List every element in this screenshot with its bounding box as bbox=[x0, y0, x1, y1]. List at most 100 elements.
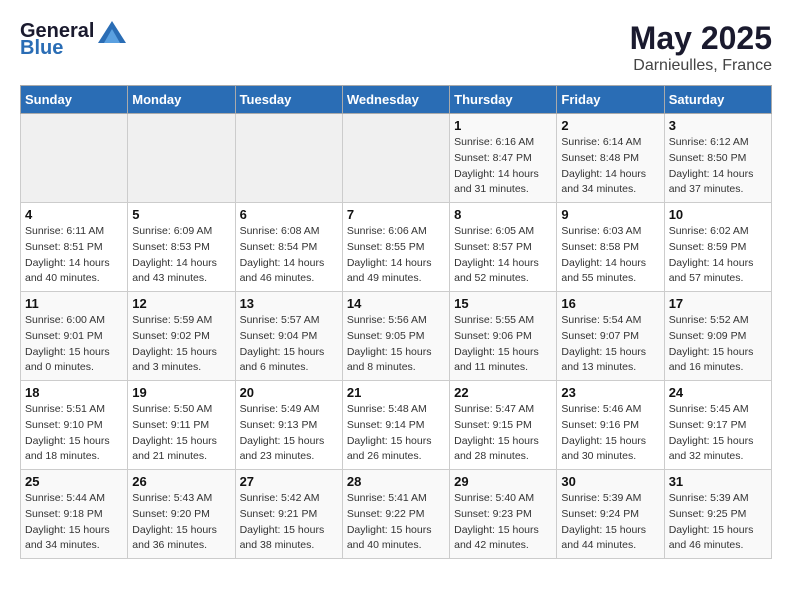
calendar-cell: 28Sunrise: 5:41 AMSunset: 9:22 PMDayligh… bbox=[342, 470, 449, 559]
day-number: 19 bbox=[132, 385, 230, 400]
calendar-cell: 19Sunrise: 5:50 AMSunset: 9:11 PMDayligh… bbox=[128, 381, 235, 470]
day-number: 23 bbox=[561, 385, 659, 400]
calendar-cell: 4 Sunrise: 6:11 AMSunset: 8:51 PMDaylight… bbox=[21, 203, 128, 292]
calendar-cell: 7Sunrise: 6:06 AMSunset: 8:55 PMDaylight… bbox=[342, 203, 449, 292]
day-number: 25 bbox=[25, 474, 123, 489]
day-number: 3 bbox=[669, 118, 767, 133]
day-detail: Sunrise: 5:45 AMSunset: 9:17 PMDaylight:… bbox=[669, 402, 767, 465]
calendar-week-2: 4 Sunrise: 6:11 AMSunset: 8:51 PMDaylight… bbox=[21, 203, 772, 292]
calendar-cell: 17 Sunrise: 5:52 AMSunset: 9:09 PMDayligh… bbox=[664, 292, 771, 381]
calendar-cell: 14Sunrise: 5:56 AMSunset: 9:05 PMDayligh… bbox=[342, 292, 449, 381]
day-detail: Sunrise: 5:40 AMSunset: 9:23 PMDaylight:… bbox=[454, 491, 552, 554]
calendar-cell bbox=[21, 114, 128, 203]
calendar-cell: 18 Sunrise: 5:51 AMSunset: 9:10 PMDayligh… bbox=[21, 381, 128, 470]
calendar-cell bbox=[128, 114, 235, 203]
calendar-cell: 29 Sunrise: 5:40 AMSunset: 9:23 PMDayligh… bbox=[450, 470, 557, 559]
day-number: 1 bbox=[454, 118, 552, 133]
weekday-saturday: Saturday bbox=[664, 86, 771, 114]
day-detail: Sunrise: 5:48 AMSunset: 9:14 PMDaylight:… bbox=[347, 402, 445, 465]
day-number: 5 bbox=[132, 207, 230, 222]
calendar-cell: 20 Sunrise: 5:49 AMSunset: 9:13 PMDayligh… bbox=[235, 381, 342, 470]
day-number: 16 bbox=[561, 296, 659, 311]
logo: General Blue bbox=[20, 20, 126, 60]
day-detail: Sunrise: 5:42 AMSunset: 9:21 PMDaylight:… bbox=[240, 491, 338, 554]
calendar-cell: 26 Sunrise: 5:43 AMSunset: 9:20 PMDayligh… bbox=[128, 470, 235, 559]
day-detail: Sunrise: 6:02 AMSunset: 8:59 PMDaylight:… bbox=[669, 224, 767, 287]
calendar-cell bbox=[235, 114, 342, 203]
day-detail: Sunrise: 6:09 AMSunset: 8:53 PMDaylight:… bbox=[132, 224, 230, 287]
calendar-cell: 2Sunrise: 6:14 AMSunset: 8:48 PMDaylight… bbox=[557, 114, 664, 203]
weekday-header-row: SundayMondayTuesdayWednesdayThursdayFrid… bbox=[21, 86, 772, 114]
weekday-thursday: Thursday bbox=[450, 86, 557, 114]
calendar-cell: 23 Sunrise: 5:46 AMSunset: 9:16 PMDayligh… bbox=[557, 381, 664, 470]
calendar-cell bbox=[342, 114, 449, 203]
day-number: 24 bbox=[669, 385, 767, 400]
calendar-cell: 1 Sunrise: 6:16 AMSunset: 8:47 PMDaylight… bbox=[450, 114, 557, 203]
weekday-wednesday: Wednesday bbox=[342, 86, 449, 114]
calendar-week-1: 1 Sunrise: 6:16 AMSunset: 8:47 PMDaylight… bbox=[21, 114, 772, 203]
logo-blue-text: Blue bbox=[20, 37, 63, 60]
day-number: 13 bbox=[240, 296, 338, 311]
weekday-tuesday: Tuesday bbox=[235, 86, 342, 114]
day-number: 28 bbox=[347, 474, 445, 489]
day-detail: Sunrise: 5:39 AMSunset: 9:25 PMDaylight:… bbox=[669, 491, 767, 554]
calendar-cell: 12Sunrise: 5:59 AMSunset: 9:02 PMDayligh… bbox=[128, 292, 235, 381]
day-detail: Sunrise: 6:06 AMSunset: 8:55 PMDaylight:… bbox=[347, 224, 445, 287]
day-detail: Sunrise: 5:51 AMSunset: 9:10 PMDaylight:… bbox=[25, 402, 123, 465]
weekday-sunday: Sunday bbox=[21, 86, 128, 114]
calendar-cell: 31 Sunrise: 5:39 AMSunset: 9:25 PMDayligh… bbox=[664, 470, 771, 559]
calendar-cell: 30Sunrise: 5:39 AMSunset: 9:24 PMDayligh… bbox=[557, 470, 664, 559]
day-detail: Sunrise: 5:57 AMSunset: 9:04 PMDaylight:… bbox=[240, 313, 338, 376]
calendar-table: SundayMondayTuesdayWednesdayThursdayFrid… bbox=[20, 85, 772, 559]
calendar-cell: 27Sunrise: 5:42 AMSunset: 9:21 PMDayligh… bbox=[235, 470, 342, 559]
calendar-week-5: 25 Sunrise: 5:44 AMSunset: 9:18 PMDayligh… bbox=[21, 470, 772, 559]
calendar-cell: 11Sunrise: 6:00 AMSunset: 9:01 PMDayligh… bbox=[21, 292, 128, 381]
weekday-friday: Friday bbox=[557, 86, 664, 114]
calendar-cell: 22 Sunrise: 5:47 AMSunset: 9:15 PMDayligh… bbox=[450, 381, 557, 470]
day-detail: Sunrise: 5:55 AMSunset: 9:06 PMDaylight:… bbox=[454, 313, 552, 376]
calendar-cell: 13 Sunrise: 5:57 AMSunset: 9:04 PMDayligh… bbox=[235, 292, 342, 381]
calendar-cell: 5 Sunrise: 6:09 AMSunset: 8:53 PMDaylight… bbox=[128, 203, 235, 292]
day-detail: Sunrise: 6:16 AMSunset: 8:47 PMDaylight:… bbox=[454, 135, 552, 198]
day-detail: Sunrise: 5:47 AMSunset: 9:15 PMDaylight:… bbox=[454, 402, 552, 465]
calendar-week-4: 18 Sunrise: 5:51 AMSunset: 9:10 PMDayligh… bbox=[21, 381, 772, 470]
day-detail: Sunrise: 6:05 AMSunset: 8:57 PMDaylight:… bbox=[454, 224, 552, 287]
calendar-cell: 10Sunrise: 6:02 AMSunset: 8:59 PMDayligh… bbox=[664, 203, 771, 292]
day-detail: Sunrise: 5:44 AMSunset: 9:18 PMDaylight:… bbox=[25, 491, 123, 554]
page-header: General Blue May 2025 Darnieulles, Franc… bbox=[20, 20, 772, 75]
day-number: 6 bbox=[240, 207, 338, 222]
day-number: 2 bbox=[561, 118, 659, 133]
day-number: 18 bbox=[25, 385, 123, 400]
calendar-cell: 8 Sunrise: 6:05 AMSunset: 8:57 PMDaylight… bbox=[450, 203, 557, 292]
day-detail: Sunrise: 5:39 AMSunset: 9:24 PMDaylight:… bbox=[561, 491, 659, 554]
weekday-monday: Monday bbox=[128, 86, 235, 114]
day-number: 22 bbox=[454, 385, 552, 400]
day-detail: Sunrise: 5:56 AMSunset: 9:05 PMDaylight:… bbox=[347, 313, 445, 376]
calendar-cell: 15Sunrise: 5:55 AMSunset: 9:06 PMDayligh… bbox=[450, 292, 557, 381]
day-number: 8 bbox=[454, 207, 552, 222]
calendar-cell: 24 Sunrise: 5:45 AMSunset: 9:17 PMDayligh… bbox=[664, 381, 771, 470]
day-number: 21 bbox=[347, 385, 445, 400]
day-detail: Sunrise: 5:43 AMSunset: 9:20 PMDaylight:… bbox=[132, 491, 230, 554]
calendar-cell: 21 Sunrise: 5:48 AMSunset: 9:14 PMDayligh… bbox=[342, 381, 449, 470]
day-number: 17 bbox=[669, 296, 767, 311]
day-number: 20 bbox=[240, 385, 338, 400]
day-detail: Sunrise: 5:52 AMSunset: 9:09 PMDaylight:… bbox=[669, 313, 767, 376]
calendar-cell: 3 Sunrise: 6:12 AMSunset: 8:50 PMDaylight… bbox=[664, 114, 771, 203]
day-detail: Sunrise: 6:11 AMSunset: 8:51 PMDaylight:… bbox=[25, 224, 123, 287]
calendar-subtitle: Darnieulles, France bbox=[630, 57, 772, 75]
day-number: 26 bbox=[132, 474, 230, 489]
day-detail: Sunrise: 5:49 AMSunset: 9:13 PMDaylight:… bbox=[240, 402, 338, 465]
calendar-week-3: 11Sunrise: 6:00 AMSunset: 9:01 PMDayligh… bbox=[21, 292, 772, 381]
calendar-cell: 25 Sunrise: 5:44 AMSunset: 9:18 PMDayligh… bbox=[21, 470, 128, 559]
day-number: 4 bbox=[25, 207, 123, 222]
day-number: 31 bbox=[669, 474, 767, 489]
day-number: 12 bbox=[132, 296, 230, 311]
day-detail: Sunrise: 6:03 AMSunset: 8:58 PMDaylight:… bbox=[561, 224, 659, 287]
day-detail: Sunrise: 5:54 AMSunset: 9:07 PMDaylight:… bbox=[561, 313, 659, 376]
calendar-cell: 6Sunrise: 6:08 AMSunset: 8:54 PMDaylight… bbox=[235, 203, 342, 292]
calendar-cell: 9Sunrise: 6:03 AMSunset: 8:58 PMDaylight… bbox=[557, 203, 664, 292]
day-detail: Sunrise: 6:12 AMSunset: 8:50 PMDaylight:… bbox=[669, 135, 767, 198]
day-detail: Sunrise: 5:46 AMSunset: 9:16 PMDaylight:… bbox=[561, 402, 659, 465]
day-number: 29 bbox=[454, 474, 552, 489]
